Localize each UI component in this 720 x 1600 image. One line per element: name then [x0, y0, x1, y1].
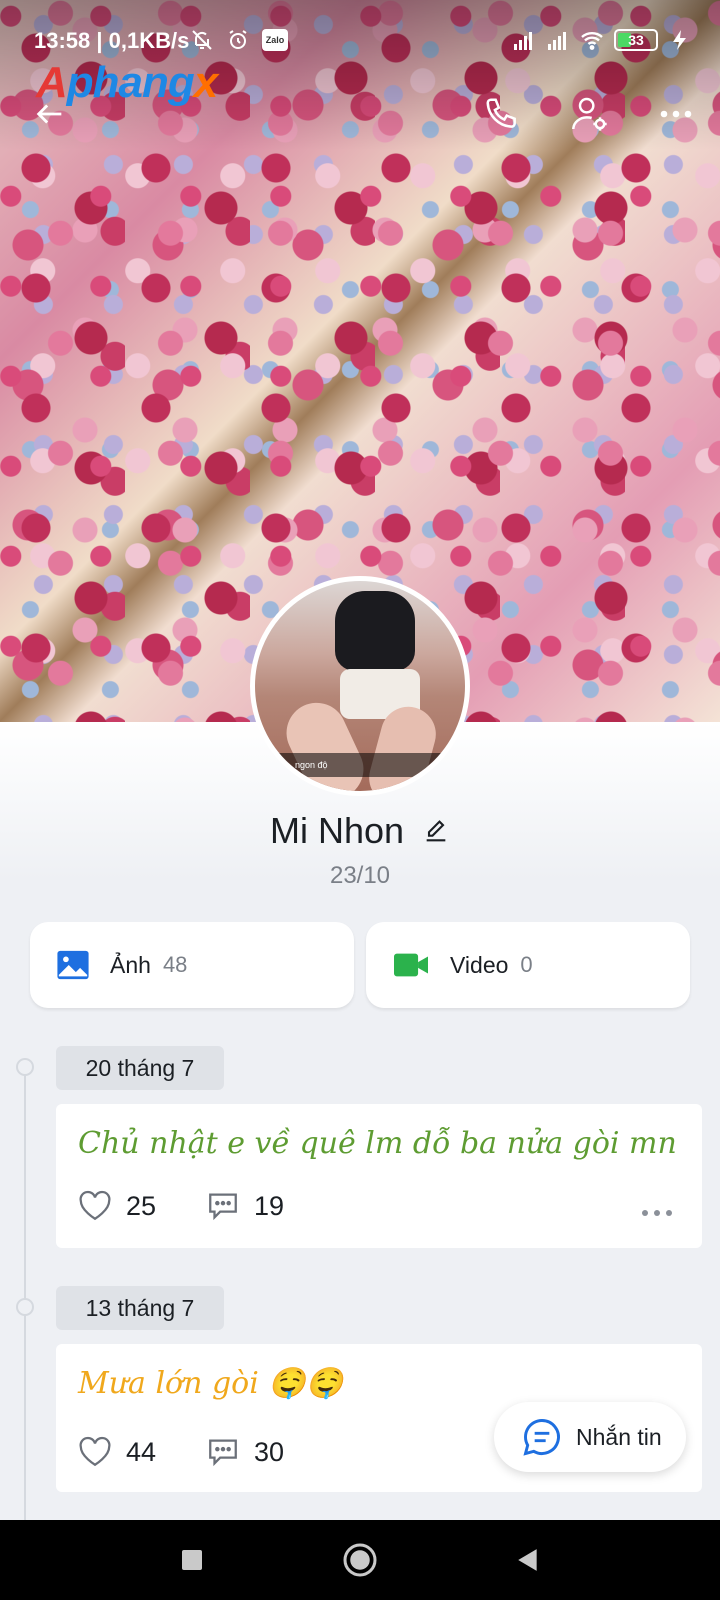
more-button[interactable] — [652, 90, 700, 138]
arrow-left-icon — [36, 104, 62, 124]
timeline-dot — [16, 1058, 34, 1076]
zalo-icon: Zalo — [262, 29, 288, 51]
comment-count: 19 — [254, 1190, 285, 1221]
signal-icon-2 — [548, 32, 566, 50]
battery-indicator: 33 — [614, 29, 658, 51]
post-text: Chủ nhật e về quê lm dỗ ba nửa gòi mn — [78, 1126, 677, 1161]
circle-icon — [343, 1543, 377, 1577]
user-gear-icon — [572, 97, 607, 131]
photos-label: Ảnh — [110, 951, 151, 978]
videos-label: Video — [450, 951, 509, 978]
comment-button[interactable]: 19 — [206, 1190, 284, 1222]
image-icon — [57, 950, 89, 980]
comment-icon — [209, 1193, 237, 1221]
birthday: 23/10 — [329, 862, 391, 889]
network-speed: | 0,1KB/s — [96, 28, 190, 53]
video-camera-icon — [394, 953, 428, 977]
bell-off-icon — [192, 30, 212, 50]
timeline-dot — [16, 1298, 34, 1316]
square-icon — [182, 1550, 202, 1570]
comment-icon — [209, 1439, 237, 1467]
timeline-line — [24, 1058, 26, 1520]
post-card[interactable]: Chủ nhật e về quê lm dỗ ba nửa gòi mn 25… — [56, 1104, 702, 1248]
chat-bubble-icon — [523, 1419, 560, 1456]
home-button[interactable] — [340, 1540, 380, 1580]
battery-level: 33 — [628, 32, 644, 48]
signal-icon — [514, 32, 532, 50]
photos-count: 48 — [162, 952, 188, 977]
like-count: 44 — [126, 1436, 157, 1467]
system-nav-bar — [0, 1520, 720, 1600]
videos-count: 0 — [520, 952, 533, 977]
call-button[interactable] — [478, 90, 526, 138]
avatar-caption: n, ngon độ — [255, 753, 465, 777]
post-more-button[interactable] — [642, 1210, 672, 1216]
date-chip: 13 tháng 7 — [56, 1286, 224, 1330]
date-chip: 20 tháng 7 — [56, 1046, 224, 1090]
wifi-icon — [581, 32, 603, 50]
photos-card[interactable]: Ảnh 48 — [30, 922, 354, 1008]
heart-icon — [79, 1190, 111, 1221]
more-horizontal-icon — [660, 110, 692, 118]
profile-toolbar — [0, 84, 720, 144]
edit-icon[interactable] — [422, 817, 450, 845]
comment-button[interactable]: 30 — [206, 1436, 284, 1468]
like-button[interactable]: 25 — [78, 1190, 156, 1222]
post-text: Mưa lớn gòi 🤤🤤 — [78, 1366, 344, 1401]
triangle-back-icon — [518, 1549, 537, 1571]
charging-icon — [673, 30, 686, 50]
profile-name: Mi Nhon — [269, 810, 405, 851]
back-nav-button[interactable] — [508, 1540, 548, 1580]
profile-settings-button[interactable] — [566, 90, 614, 138]
profile-name-row: Mi Nhon — [0, 810, 720, 852]
recents-button[interactable] — [172, 1540, 212, 1580]
videos-card[interactable]: Video 0 — [366, 922, 690, 1008]
status-time: 13:58 — [34, 28, 91, 53]
comment-count: 30 — [254, 1436, 285, 1467]
alarm-icon — [229, 30, 247, 49]
heart-icon — [79, 1436, 111, 1467]
back-button[interactable] — [26, 90, 74, 138]
message-button[interactable]: Nhắn tin — [494, 1402, 686, 1472]
phone-icon — [486, 98, 516, 128]
like-count: 25 — [126, 1190, 157, 1221]
message-button-label: Nhắn tin — [576, 1423, 662, 1450]
like-button[interactable]: 44 — [78, 1436, 156, 1468]
avatar[interactable]: n, ngon độ — [250, 576, 470, 796]
